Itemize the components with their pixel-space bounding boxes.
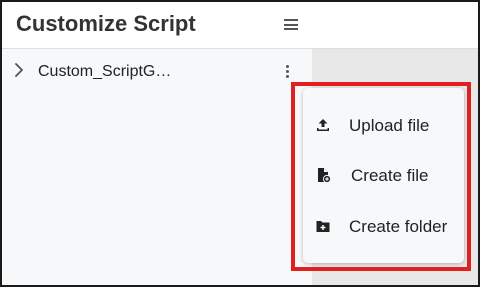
- new-folder-icon: [316, 221, 330, 232]
- create-file-menu-item[interactable]: Create file: [303, 155, 464, 195]
- upload-file-menu-item[interactable]: Upload file: [303, 105, 464, 145]
- upload-file-label: Upload file: [349, 116, 430, 135]
- more-vert-icon[interactable]: [281, 65, 293, 81]
- file-tree-panel: Custom_ScriptG…: [2, 49, 312, 285]
- create-file-label: Create file: [351, 166, 429, 185]
- create-folder-label: Create folder: [349, 217, 448, 236]
- upload-icon: [317, 119, 329, 131]
- tree-item-label: Custom_ScriptG…: [38, 63, 172, 80]
- chevron-right-icon[interactable]: [12, 63, 26, 77]
- tree-item-custom-script[interactable]: Custom_ScriptG…: [2, 53, 312, 89]
- create-folder-menu-item[interactable]: Create folder: [303, 206, 464, 246]
- context-menu: Upload file Create file Create folder: [303, 88, 464, 263]
- hamburger-menu-icon[interactable]: [284, 19, 298, 30]
- page-title: Customize Script: [16, 11, 196, 36]
- new-file-icon: [318, 168, 331, 183]
- app-window: Customize Script Custom_ScriptG… Upload …: [0, 0, 480, 287]
- panel-header: Customize Script: [2, 2, 478, 49]
